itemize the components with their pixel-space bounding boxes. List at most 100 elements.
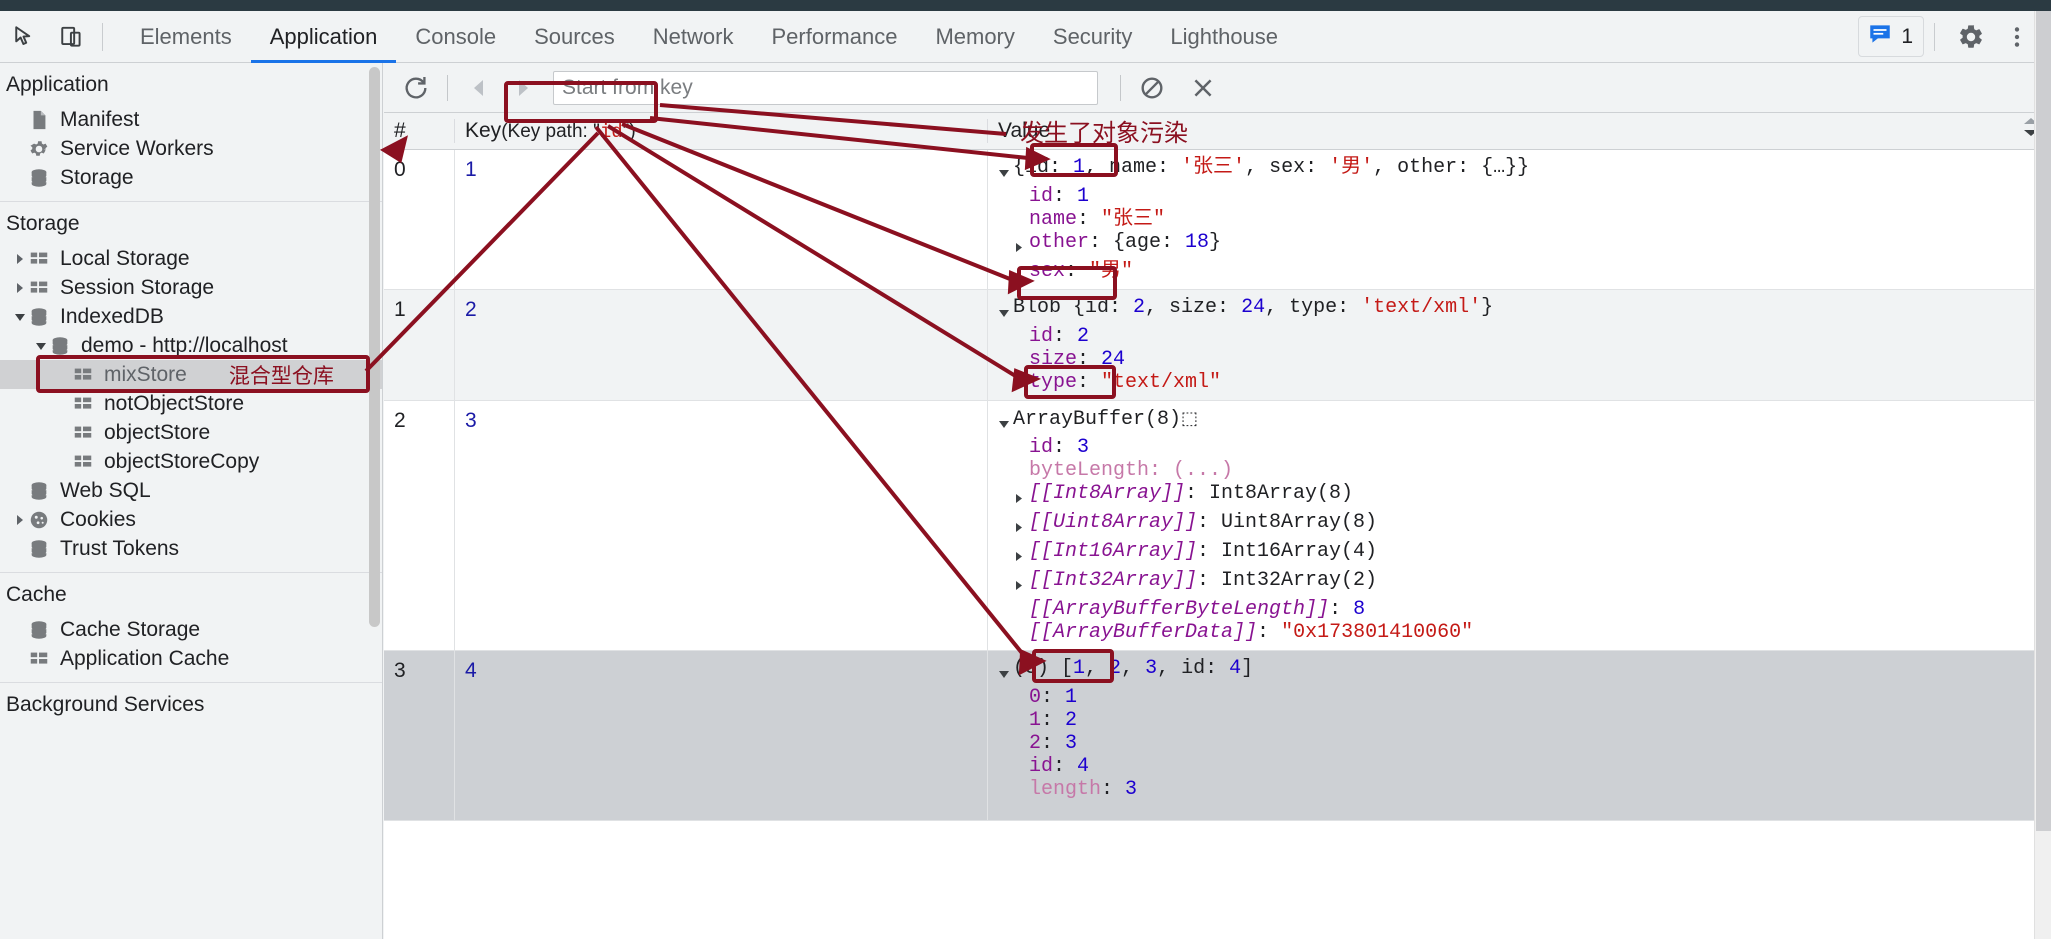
gear-icon[interactable] xyxy=(1951,17,1991,57)
tab-network[interactable]: Network xyxy=(634,11,753,63)
table-row[interactable]: 1 2 Blob {id: 2, size: 24, type: 'text/xml… xyxy=(384,290,2051,401)
value-property-line[interactable]: id: 1 xyxy=(998,185,2051,208)
value-property-line[interactable]: id: 2 xyxy=(998,325,2051,348)
table-row[interactable]: 0 1 {id: 1, name: '张三', sex: '男', other: {… xyxy=(384,150,2051,290)
table-icon xyxy=(72,451,94,473)
chevron-right-icon[interactable] xyxy=(1014,511,1028,540)
value-property-line[interactable]: [[Int32Array]]: Int32Array(2) xyxy=(998,569,2051,598)
chevron-right-icon[interactable] xyxy=(12,514,28,526)
sidebar-item-trust-tokens[interactable]: Trust Tokens xyxy=(0,534,382,563)
column-header-key[interactable]: Key(Key path: "id") xyxy=(454,119,987,143)
chevron-right-icon[interactable] xyxy=(1014,482,1028,511)
value-property-line[interactable]: 2: 3 xyxy=(998,732,2051,755)
value-property-line[interactable]: type: "text/xml" xyxy=(998,371,2051,394)
device-toolbar-icon[interactable] xyxy=(52,17,92,57)
start-from-key-input[interactable] xyxy=(553,70,1098,105)
database-icon xyxy=(28,306,50,328)
chevron-down-icon[interactable] xyxy=(998,407,1012,436)
delete-selected-icon[interactable] xyxy=(1184,69,1222,107)
indexeddb-datagrid: # Key(Key path: "id") Value 0 1 {id: 1, na… xyxy=(384,113,2051,939)
value-preview-line[interactable]: (3) [1, 2, 3, id: 4] xyxy=(998,657,2051,686)
value-preview-line[interactable]: Blob {id: 2, size: 24, type: 'text/xml'} xyxy=(998,296,2051,325)
value-property-line[interactable]: byteLength: (...) xyxy=(998,459,2051,482)
chevron-right-icon[interactable] xyxy=(1014,540,1028,569)
table-icon xyxy=(28,648,50,670)
value-property-line[interactable]: other: {age: 18} xyxy=(998,231,2051,260)
sidebar-item-cache-storage[interactable]: Cache Storage xyxy=(0,615,382,644)
property-text: [[Int8Array]]: Int8Array(8) xyxy=(1029,482,1354,505)
sidebar-scroll-thumb[interactable] xyxy=(369,67,380,627)
sidebar-item-objectstorecopy[interactable]: objectStoreCopy xyxy=(0,447,382,476)
sidebar-scrollbar[interactable] xyxy=(367,63,382,939)
messages-badge[interactable]: 1 xyxy=(1858,16,1924,57)
chevron-down-icon[interactable] xyxy=(12,312,28,322)
sidebar-item-application-cache[interactable]: Application Cache xyxy=(0,644,382,673)
sidebar-item-service-workers[interactable]: Service Workers xyxy=(0,134,382,163)
sidebar-item-label: objectStore xyxy=(104,420,211,444)
value-property-line[interactable]: length: 3 xyxy=(998,778,2051,801)
sidebar-item-session-storage[interactable]: Session Storage xyxy=(0,273,382,302)
table-row[interactable]: 2 3 ArrayBuffer(8)⬚ id: 3 byteLength: (...)[… xyxy=(384,401,2051,651)
chevron-right-icon[interactable] xyxy=(12,282,28,294)
chevron-down-icon[interactable] xyxy=(998,156,1012,185)
value-property-line[interactable]: [[Int8Array]]: Int8Array(8) xyxy=(998,482,2051,511)
window-scroll-thumb[interactable] xyxy=(2036,11,2051,831)
refresh-icon[interactable] xyxy=(397,69,435,107)
value-property-line[interactable]: [[ArrayBufferData]]: "0x173801410060" xyxy=(998,621,2051,644)
sidebar-item-label: IndexedDB xyxy=(60,304,164,328)
sidebar-item-local-storage[interactable]: Local Storage xyxy=(0,244,382,273)
value-property-line[interactable]: 1: 2 xyxy=(998,709,2051,732)
value-property-line[interactable]: size: 24 xyxy=(998,348,2051,371)
tab-elements[interactable]: Elements xyxy=(121,11,251,63)
sidebar-item-mixstore[interactable]: mixStore 混合型仓库 xyxy=(0,360,382,389)
column-header-index[interactable]: # xyxy=(384,119,454,143)
next-page-icon[interactable] xyxy=(504,69,542,107)
value-property-line[interactable]: [[ArrayBufferByteLength]]: 8 xyxy=(998,598,2051,621)
tab-lighthouse[interactable]: Lighthouse xyxy=(1151,11,1297,63)
chevron-right-icon[interactable] xyxy=(1014,231,1028,260)
tab-console[interactable]: Console xyxy=(396,11,515,63)
value-property-line[interactable]: id: 3 xyxy=(998,436,2051,459)
clear-object-store-icon[interactable] xyxy=(1133,69,1171,107)
key-path-suffix: ") xyxy=(622,121,636,142)
key-path-prefix: (Key path: " xyxy=(501,121,600,142)
devtools-window: Elements Application Console Sources Network… xyxy=(0,0,2051,939)
sidebar-item-web-sql[interactable]: Web SQL xyxy=(0,476,382,505)
application-sidebar[interactable]: Application Manifest Service Workers Storag… xyxy=(0,63,383,939)
value-property-line[interactable]: [[Uint8Array]]: Uint8Array(8) xyxy=(998,511,2051,540)
more-vertical-icon[interactable] xyxy=(1997,17,2037,57)
table-row[interactable]: 3 4 (3) [1, 2, 3, id: 4] 0: 1 1: 2 2: 3 id: 4l… xyxy=(384,651,2051,821)
sidebar-item-label: Web SQL xyxy=(60,478,151,502)
inspect-element-icon[interactable] xyxy=(6,17,46,57)
window-scrollbar[interactable] xyxy=(2034,11,2051,939)
value-preview-line[interactable]: {id: 1, name: '张三', sex: '男', other: {…}… xyxy=(998,156,2051,185)
sidebar-item-storage[interactable]: Storage xyxy=(0,163,382,192)
sidebar-item-notobjectstore[interactable]: notObjectStore xyxy=(0,389,382,418)
sidebar-item-demo-http-localhost[interactable]: demo - http://localhost xyxy=(0,331,382,360)
sidebar-item-objectstore[interactable]: objectStore xyxy=(0,418,382,447)
sidebar-item-indexeddb[interactable]: IndexedDB xyxy=(0,302,382,331)
previous-page-icon[interactable] xyxy=(460,69,498,107)
chevron-down-icon[interactable] xyxy=(998,296,1012,325)
tab-performance[interactable]: Performance xyxy=(752,11,916,63)
tab-application[interactable]: Application xyxy=(250,11,397,63)
table-icon xyxy=(28,277,50,299)
property-text: id: 2 xyxy=(1029,325,1090,348)
sidebar-item-cookies[interactable]: Cookies xyxy=(0,505,382,534)
chevron-down-icon[interactable] xyxy=(33,341,49,351)
value-property-line[interactable]: 0: 1 xyxy=(998,686,2051,709)
chevron-right-icon[interactable] xyxy=(1014,569,1028,598)
value-property-line[interactable]: sex: "男" xyxy=(998,260,2051,283)
chevron-down-icon[interactable] xyxy=(998,657,1012,686)
sidebar-item-manifest[interactable]: Manifest xyxy=(0,105,382,134)
value-property-line[interactable]: id: 4 xyxy=(998,755,2051,778)
chevron-right-icon[interactable] xyxy=(12,253,28,265)
value-property-line[interactable]: name: "张三" xyxy=(998,208,2051,231)
value-property-line[interactable]: [[Int16Array]]: Int16Array(4) xyxy=(998,540,2051,569)
tab-security[interactable]: Security xyxy=(1034,11,1151,63)
tab-sources[interactable]: Sources xyxy=(515,11,634,63)
value-preview-line[interactable]: ArrayBuffer(8)⬚ xyxy=(998,407,2051,436)
tab-memory[interactable]: Memory xyxy=(916,11,1033,63)
